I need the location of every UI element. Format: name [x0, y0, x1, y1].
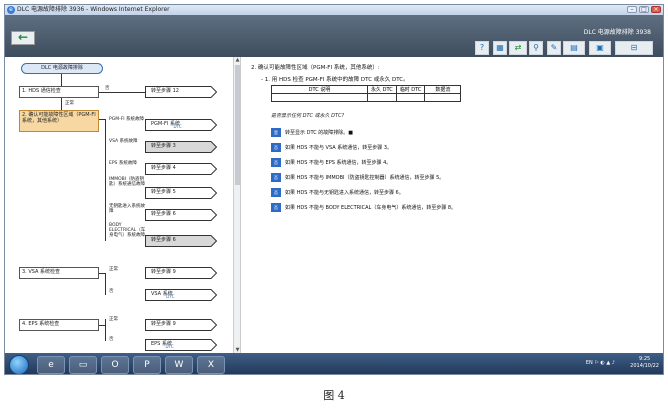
flow-step-3[interactable]: 3. VSA 系统检查: [19, 267, 99, 279]
flow-start[interactable]: DLC 电源故障排除: [21, 63, 103, 74]
edit-icon[interactable]: ✎: [547, 41, 561, 55]
goto-step-12[interactable]: 转至步骤 12: [145, 86, 217, 98]
ie-taskbar-icon[interactable]: e: [37, 356, 65, 374]
clock-date: 2014/10/22: [630, 363, 659, 369]
goto-step-9[interactable]: 转至步骤 9: [145, 319, 217, 331]
clock[interactable]: 9:25 2014/10/22: [630, 356, 659, 370]
toolbar-title: DLC 电源故障排除 3938: [583, 29, 651, 36]
minimize-button[interactable]: –: [627, 6, 637, 13]
answer-option[interactable]: 否如果 HDS 不能与无钥匙进入系统通信，转至步骤 6。: [271, 188, 404, 198]
scroll-up-icon[interactable]: ▲: [235, 57, 240, 63]
branch-label: VSA 系统故障: [109, 139, 138, 144]
branch-label: PGM-FI 系统故障: [109, 117, 145, 122]
table-row: [271, 93, 462, 102]
windows-taskbar: e ▭ O P W X EN ⚐ ◐ ▲ ♪ 9:25 2014/10/22: [5, 353, 663, 374]
connector: [105, 119, 106, 241]
branch-ok-label: 正常: [109, 267, 118, 272]
word-taskbar-icon[interactable]: W: [165, 356, 193, 374]
connector: [105, 319, 106, 341]
step-detail-pane: 2. 确认可能故障性区域（PGM-FI 系统，其他系统）: - 1. 用 HDS…: [241, 57, 663, 353]
branch-no-label: 否: [109, 289, 114, 294]
step-instruction: - 1. 用 HDS 检查 PGM-FI 系统中的故障 DTC 或永久 DTC。: [261, 77, 409, 83]
print-icon[interactable]: ⊟: [615, 41, 653, 55]
document-icon[interactable]: ▤: [563, 41, 585, 55]
branch-ok-label: 正常: [65, 101, 74, 106]
branch-label: EPS 系统故障: [109, 161, 137, 166]
answer-option[interactable]: 否如果 HDS 不能与 BODY ELECTRICAL（车身电气）系统通信，转至…: [271, 203, 456, 213]
outlook-taskbar-icon[interactable]: O: [101, 356, 129, 374]
branch-no-label: 否: [109, 337, 114, 342]
search-icon[interactable]: ⚲: [529, 41, 543, 55]
goto-vsa-system[interactable]: VSA 系统 DTC: [145, 289, 217, 301]
window-icon[interactable]: ▣: [589, 41, 611, 55]
powerpoint-taskbar-icon[interactable]: P: [133, 356, 161, 374]
dtc-header: 数据流: [424, 85, 462, 94]
branch-label: 无钥匙进入系统故障: [109, 204, 145, 214]
yes-badge[interactable]: 是: [271, 128, 281, 137]
step-question: 是否显示任何 DTC 或永久 DTC?: [271, 113, 345, 119]
maximize-button[interactable]: □: [639, 6, 649, 13]
goto-step-6[interactable]: 转至步骤 6: [145, 209, 217, 221]
connector: [61, 74, 62, 86]
goto-step-8[interactable]: 转至步骤 6: [145, 235, 217, 247]
branch-label: IMMOBI（防盗钥匙）系统通信故障: [109, 177, 145, 187]
flowchart-scrollbar[interactable]: ▲ ▼: [233, 57, 241, 353]
connector: [105, 273, 106, 295]
answer-option[interactable]: 否如果 HDS 不能与 VSA 系统通信，转至步骤 3。: [271, 143, 392, 153]
no-badge[interactable]: 否: [271, 173, 281, 182]
goto-eps-system[interactable]: EPS 系统 DTC: [145, 339, 217, 351]
dtc-header: DTC 说明: [271, 85, 368, 94]
answer-option[interactable]: 否如果 HDS 不能与 EPS 系统通信，转至步骤 4。: [271, 158, 391, 168]
dtc-table: DTC 说明 永久 DTC 临时 DTC 数据流: [271, 85, 462, 102]
help-icon[interactable]: ?: [475, 41, 489, 55]
goto-step-3[interactable]: 转至步骤 3: [145, 141, 217, 153]
no-badge[interactable]: 否: [271, 203, 281, 212]
goto-step-9[interactable]: 转至步骤 9: [145, 267, 217, 279]
flow-step-2[interactable]: 2. 确认可能故障性区域（PGM-FI 系统，其他系统）: [19, 110, 99, 132]
clock-time: 9:25: [638, 356, 651, 362]
excel-taskbar-icon[interactable]: X: [197, 356, 225, 374]
scroll-thumb[interactable]: [235, 65, 240, 185]
app-toolbar: ← DLC 电源故障排除 3938 ? ▦ ⇄ ⚲ ✎ ▤ ▣ ⊟: [5, 15, 663, 57]
dtc-header: 临时 DTC: [395, 85, 426, 94]
close-button[interactable]: ×: [651, 6, 661, 13]
flow-step-1[interactable]: 1. HDS 通信检查: [19, 86, 99, 98]
grid-icon[interactable]: ▦: [493, 41, 507, 55]
answer-option[interactable]: 否如果 HDS 不能与 IMMOBI（防盗钥匙控制器）系统通信，转至步骤 5。: [271, 173, 444, 183]
start-button[interactable]: [9, 355, 29, 374]
goto-step-5[interactable]: 转至步骤 5: [145, 187, 217, 199]
connector: [61, 98, 62, 110]
refresh-arrows-icon[interactable]: ⇄: [509, 41, 527, 55]
window-titlebar: e DLC 电源故障排除 3936 - Windows Internet Exp…: [5, 5, 663, 15]
figure-caption: 图 4: [323, 389, 345, 402]
branch-no-label: 否: [105, 86, 110, 91]
step-title: 2. 确认可能故障性区域（PGM-FI 系统，其他系统）:: [251, 65, 380, 71]
window-title: DLC 电源故障排除 3936 - Windows Internet Explo…: [17, 6, 170, 13]
no-badge[interactable]: 否: [271, 143, 281, 152]
flowchart-pane: DLC 电源故障排除 1. HDS 通信检查 否 转至步骤 12 正常 2. 确…: [5, 57, 233, 353]
branch-label: BODY ELECTRICAL（车身电气）系统故障: [109, 223, 146, 238]
browser-window: e DLC 电源故障排除 3936 - Windows Internet Exp…: [4, 4, 664, 375]
flow-step-4[interactable]: 4. EPS 系统检查: [19, 319, 99, 331]
goto-pgmfi[interactable]: PGM-FI 系统 DTC: [145, 119, 217, 131]
ie-logo-icon: e: [7, 6, 15, 14]
back-button[interactable]: ←: [11, 31, 35, 45]
answer-option[interactable]: 是转至显示 DTC 的故障排除。■: [271, 128, 353, 138]
goto-step-4[interactable]: 转至步骤 4: [145, 163, 217, 175]
system-tray[interactable]: EN ⚐ ◐ ▲ ♪: [586, 360, 615, 374]
no-badge[interactable]: 否: [271, 188, 281, 197]
connector: [99, 92, 145, 93]
branch-ok-label: 正常: [109, 317, 118, 322]
no-badge[interactable]: 否: [271, 158, 281, 167]
explorer-taskbar-icon[interactable]: ▭: [69, 356, 97, 374]
dtc-header: 永久 DTC: [367, 85, 397, 94]
